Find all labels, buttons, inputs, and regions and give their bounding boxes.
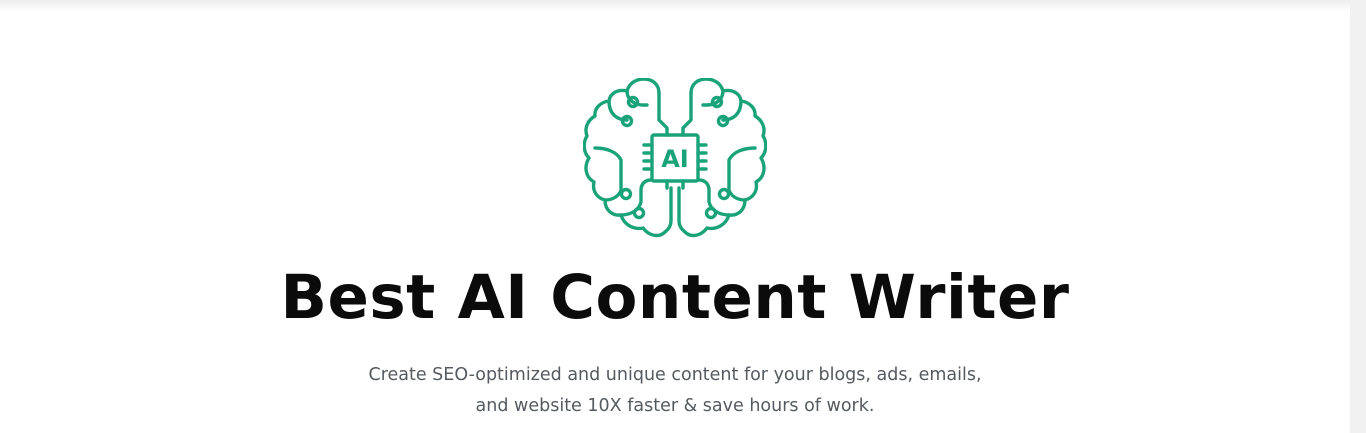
hero-section: AI Best AI Content Writer Create SEO-opt… bbox=[0, 0, 1350, 433]
ai-chip-label: AI bbox=[661, 145, 689, 173]
page-scrollbar[interactable] bbox=[1350, 0, 1366, 433]
hero-title: Best AI Content Writer bbox=[280, 262, 1070, 333]
hero-subtitle-line-1: Create SEO-optimized and unique content … bbox=[368, 365, 982, 385]
hero-subtitle-line-2: and website 10X faster & save hours of w… bbox=[475, 396, 875, 416]
hero-subtitle: Create SEO-optimized and unique content … bbox=[325, 360, 1025, 422]
page: AI Best AI Content Writer Create SEO-opt… bbox=[0, 0, 1366, 433]
ai-brain-icon: AI bbox=[583, 78, 767, 238]
